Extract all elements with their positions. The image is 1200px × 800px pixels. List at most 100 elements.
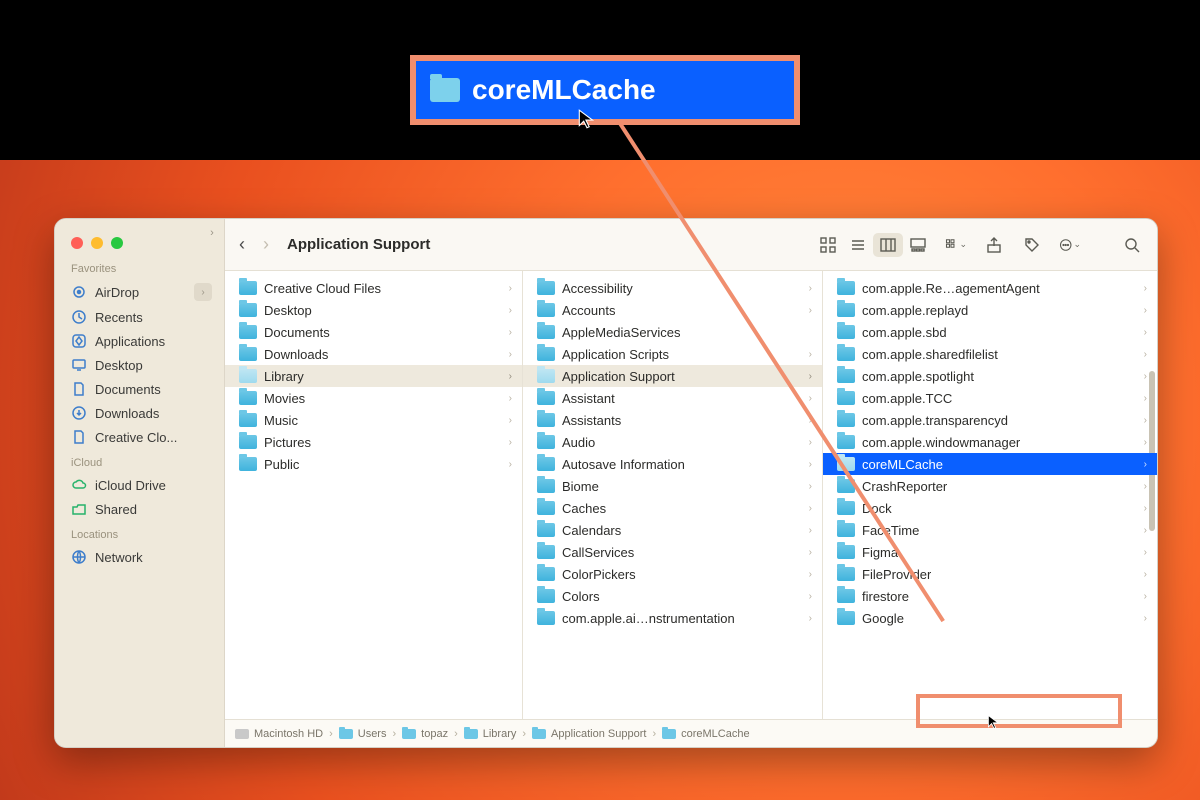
folder-row[interactable]: FileProvider›: [823, 563, 1157, 585]
folder-name: Autosave Information: [562, 457, 685, 472]
path-segment[interactable]: Application Support: [532, 728, 646, 740]
folder-row[interactable]: Desktop›: [225, 299, 522, 321]
cursor-icon: [986, 714, 1002, 735]
folder-row[interactable]: Calendars›: [523, 519, 822, 541]
chevron-right-icon[interactable]: ›: [194, 283, 212, 301]
back-button[interactable]: ‹: [239, 234, 245, 255]
folder-row[interactable]: Biome›: [523, 475, 822, 497]
folder-icon: [537, 501, 555, 515]
view-gallery-button[interactable]: [903, 233, 933, 257]
document-icon: [71, 381, 87, 397]
folder-row[interactable]: com.apple.windowmanager›: [823, 431, 1157, 453]
path-label: Users: [358, 728, 387, 740]
folder-row[interactable]: firestore›: [823, 585, 1157, 607]
folder-row[interactable]: coreMLCache›: [823, 453, 1157, 475]
folder-row[interactable]: Documents›: [225, 321, 522, 343]
folder-row[interactable]: Creative Cloud Files›: [225, 277, 522, 299]
sidebar-item-icloud-drive[interactable]: iCloud Drive: [59, 473, 220, 497]
folder-name: Music: [264, 413, 298, 428]
chevron-right-icon: ›: [1138, 349, 1147, 360]
share-button[interactable]: [983, 234, 1005, 256]
sidebar-item-creative-cloud[interactable]: Creative Clo...: [59, 425, 220, 449]
sidebar-item-applications[interactable]: Applications: [59, 329, 220, 353]
folder-row[interactable]: com.apple.ai…nstrumentation›: [523, 607, 822, 629]
folder-icon: [837, 501, 855, 515]
folder-row[interactable]: FaceTime›: [823, 519, 1157, 541]
folder-name: Application Support: [562, 369, 675, 384]
path-separator: ›: [392, 728, 396, 740]
desktop-icon: [71, 357, 87, 373]
column-3[interactable]: com.apple.Re…agementAgent›com.apple.repl…: [823, 271, 1157, 719]
chevron-right-icon: ›: [503, 327, 512, 338]
path-segment[interactable]: coreMLCache: [662, 728, 749, 740]
folder-row[interactable]: Pictures›: [225, 431, 522, 453]
window-title: Application Support: [287, 236, 430, 253]
folder-row[interactable]: Figma›: [823, 541, 1157, 563]
folder-row[interactable]: CrashReporter›: [823, 475, 1157, 497]
folder-icon: [239, 303, 257, 317]
folder-row[interactable]: Google›: [823, 607, 1157, 629]
folder-row[interactable]: CallServices›: [523, 541, 822, 563]
view-list-button[interactable]: [843, 233, 873, 257]
folder-row[interactable]: com.apple.TCC›: [823, 387, 1157, 409]
sidebar-item-downloads[interactable]: Downloads: [59, 401, 220, 425]
folder-row[interactable]: Assistants›: [523, 409, 822, 431]
folder-icon: [837, 391, 855, 405]
folder-row[interactable]: ColorPickers›: [523, 563, 822, 585]
folder-row[interactable]: Caches›: [523, 497, 822, 519]
folder-row[interactable]: Movies›: [225, 387, 522, 409]
folder-icon: [837, 589, 855, 603]
path-label: coreMLCache: [681, 728, 749, 740]
view-icons-button[interactable]: [813, 233, 843, 257]
path-segment[interactable]: Users: [339, 728, 387, 740]
sidebar-item-airdrop[interactable]: AirDrop ›: [59, 279, 220, 305]
folder-row[interactable]: Downloads›: [225, 343, 522, 365]
folder-row[interactable]: Public›: [225, 453, 522, 475]
folder-icon: [239, 369, 257, 383]
chevron-right-icon: ›: [1138, 459, 1147, 470]
chevron-right-icon: ›: [1138, 547, 1147, 558]
column-2[interactable]: Accessibility›Accounts›AppleMediaService…: [523, 271, 823, 719]
view-columns-button[interactable]: [873, 233, 903, 257]
folder-row[interactable]: com.apple.replayd›: [823, 299, 1157, 321]
folder-row[interactable]: Music›: [225, 409, 522, 431]
folder-icon: [537, 567, 555, 581]
sidebar-item-recents[interactable]: Recents: [59, 305, 220, 329]
sidebar-item-network[interactable]: Network: [59, 545, 220, 569]
path-segment[interactable]: Macintosh HD: [235, 728, 323, 740]
sidebar-item-shared[interactable]: Shared: [59, 497, 220, 521]
path-segment[interactable]: topaz: [402, 728, 448, 740]
sidebar-collapse-caret[interactable]: ›: [204, 227, 220, 239]
chevron-right-icon: ›: [1138, 327, 1147, 338]
sidebar-item-desktop[interactable]: Desktop: [59, 353, 220, 377]
column-1[interactable]: Creative Cloud Files›Desktop›Documents›D…: [225, 271, 523, 719]
folder-row[interactable]: com.apple.sbd›: [823, 321, 1157, 343]
folder-row[interactable]: Autosave Information›: [523, 453, 822, 475]
close-button[interactable]: [71, 237, 83, 249]
path-segment[interactable]: Library: [464, 728, 517, 740]
sidebar-item-label: Network: [95, 550, 143, 565]
nav-arrows: ‹ ›: [239, 234, 269, 255]
more-actions-button[interactable]: ⌄: [1059, 234, 1081, 256]
folder-row[interactable]: com.apple.sharedfilelist ›: [823, 343, 1157, 365]
folder-row[interactable]: Accessibility›: [523, 277, 822, 299]
group-by-button[interactable]: ⌄: [945, 234, 967, 256]
folder-name: com.apple.sharedfilelist: [862, 347, 998, 362]
zoom-button[interactable]: [111, 237, 123, 249]
minimize-button[interactable]: [91, 237, 103, 249]
folder-row[interactable]: AppleMediaServices: [523, 321, 822, 343]
forward-button[interactable]: ›: [263, 234, 269, 255]
folder-row[interactable]: Library›: [225, 365, 522, 387]
folder-row[interactable]: Accounts›: [523, 299, 822, 321]
folder-row[interactable]: com.apple.Re…agementAgent›: [823, 277, 1157, 299]
folder-row[interactable]: Assistant›: [523, 387, 822, 409]
folder-row[interactable]: Audio›: [523, 431, 822, 453]
folder-row[interactable]: com.apple.spotlight›: [823, 365, 1157, 387]
search-button[interactable]: [1121, 234, 1143, 256]
tags-button[interactable]: [1021, 234, 1043, 256]
folder-icon: [837, 567, 855, 581]
path-separator: ›: [454, 728, 458, 740]
folder-row[interactable]: Colors›: [523, 585, 822, 607]
sidebar-item-documents[interactable]: Documents: [59, 377, 220, 401]
folder-row[interactable]: com.apple.transparencyd›: [823, 409, 1157, 431]
